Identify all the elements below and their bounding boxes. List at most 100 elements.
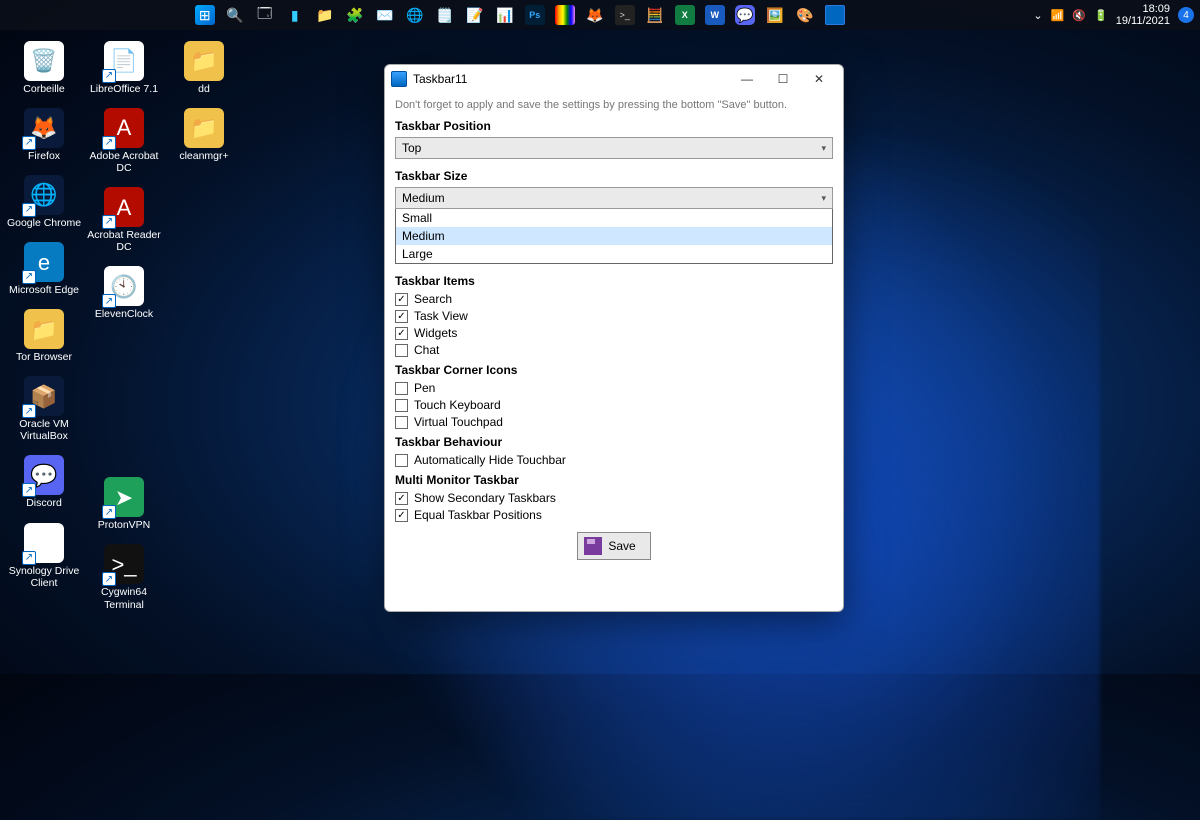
- section-heading-corner: Taskbar Corner Icons: [395, 363, 833, 377]
- position-selected: Top: [402, 141, 421, 155]
- clock[interactable]: 18:09 19/11/2021: [1116, 3, 1170, 27]
- mail-icon[interactable]: ✉️: [375, 5, 395, 25]
- excel-icon[interactable]: X: [675, 5, 695, 25]
- photoshop-icon[interactable]: Ps: [525, 5, 545, 25]
- corner-checkbox[interactable]: [395, 399, 408, 412]
- desktop-icon-label: Cygwin64 Terminal: [86, 586, 162, 610]
- corner-checkbox[interactable]: [395, 416, 408, 429]
- shortcut-overlay-icon: ↗: [22, 136, 36, 150]
- pinned-app[interactable]: 📊: [495, 5, 515, 25]
- explorer-icon[interactable]: 📁: [315, 5, 335, 25]
- corner-checkbox[interactable]: [395, 382, 408, 395]
- hint-text: Don't forget to apply and save the setti…: [395, 99, 833, 111]
- notification-badge[interactable]: 4: [1178, 7, 1194, 23]
- items-label: Search: [414, 292, 452, 306]
- desktop-icon[interactable]: A↗Adobe Acrobat DC: [86, 105, 162, 178]
- desktop-icon[interactable]: 📁dd: [166, 38, 242, 99]
- desktop-icon[interactable]: 📁 Tor Browser: [6, 306, 82, 367]
- app-glyph-icon: A↗: [104, 187, 144, 227]
- start-button[interactable]: ⊞: [195, 5, 215, 25]
- pinned-app[interactable]: 🧩: [345, 5, 365, 25]
- desktop-icon[interactable]: 🗑️Corbeille: [6, 38, 82, 99]
- multimon-checkbox[interactable]: ✓: [395, 509, 408, 522]
- floppy-icon: [584, 537, 602, 555]
- desktop-icon[interactable]: 🌐↗ Google Chrome: [6, 172, 82, 233]
- taskbar-center: ⊞ 🔍 🗔 ▮ 📁 🧩 ✉️ 🌐 🗒️ 📝 📊 Ps 🦊 >_ 🧮 X W 💬 …: [6, 5, 1033, 25]
- close-button[interactable]: ✕: [801, 67, 837, 91]
- app-glyph-icon: 📁: [184, 41, 224, 81]
- desktop-icon-label: ElevenClock: [86, 308, 162, 320]
- desktop-icon-label: cleanmgr+: [166, 150, 242, 162]
- chevron-down-icon: ▾: [821, 143, 826, 154]
- multimon-checkbox[interactable]: ✓: [395, 492, 408, 505]
- desktop-icon[interactable]: >_↗Cygwin64 Terminal: [86, 541, 162, 614]
- position-combobox[interactable]: Top ▾: [395, 137, 833, 159]
- pinned-app[interactable]: [555, 5, 575, 25]
- corner-label: Pen: [414, 381, 435, 395]
- taskbar11-app-icon[interactable]: [825, 5, 845, 25]
- multimon-row: ✓Show Secondary Taskbars: [395, 491, 833, 505]
- save-button[interactable]: Save: [577, 532, 650, 560]
- shortcut-overlay-icon: ↗: [102, 136, 116, 150]
- pinned-app[interactable]: ▮: [285, 5, 305, 25]
- desktop-icon[interactable]: e↗Microsoft Edge: [6, 239, 82, 300]
- pinned-app[interactable]: 🗒️: [435, 5, 455, 25]
- pinned-app[interactable]: 🎨: [795, 5, 815, 25]
- firefox-icon[interactable]: 🦊: [585, 5, 605, 25]
- desktop-icon[interactable]: ➲↗Synology Drive Client: [6, 520, 82, 593]
- desktop-icon-label: Corbeille: [6, 83, 82, 95]
- items-row: ✓Widgets: [395, 326, 833, 340]
- shortcut-overlay-icon: ↗: [102, 69, 116, 83]
- items-row: ✓Task View: [395, 309, 833, 323]
- desktop-icon[interactable]: ➤↗ProtonVPN: [86, 474, 162, 535]
- shortcut-overlay-icon: ↗: [22, 203, 36, 217]
- volume-icon[interactable]: 🔇: [1072, 9, 1086, 22]
- word-icon[interactable]: W: [705, 5, 725, 25]
- desktop-icon[interactable]: 🦊↗Firefox: [6, 105, 82, 166]
- corner-label: Virtual Touchpad: [414, 415, 503, 429]
- battery-icon[interactable]: 🔋: [1094, 9, 1108, 22]
- terminal-icon[interactable]: >_: [615, 5, 635, 25]
- desktop-icon[interactable]: 📦↗Oracle VM VirtualBox: [6, 373, 82, 446]
- desktop-icon[interactable]: 📄↗LibreOffice 7.1: [86, 38, 162, 99]
- app-glyph-icon: e↗: [24, 242, 64, 282]
- discord-icon[interactable]: 💬: [735, 5, 755, 25]
- desktop-icon[interactable]: A↗Acrobat Reader DC: [86, 184, 162, 257]
- chevron-up-icon[interactable]: ⌄: [1033, 9, 1042, 22]
- taskview-icon[interactable]: 🗔: [255, 5, 275, 25]
- app-glyph-icon: 🌐↗: [24, 175, 64, 215]
- behaviour-checkbox[interactable]: [395, 454, 408, 467]
- search-icon[interactable]: 🔍: [225, 5, 245, 25]
- size-option-large[interactable]: Large: [396, 245, 832, 263]
- app-glyph-icon: 📁: [24, 309, 64, 349]
- maximize-button[interactable]: ☐: [765, 67, 801, 91]
- wifi-icon[interactable]: 📶: [1051, 9, 1065, 22]
- items-checkbox[interactable]: [395, 344, 408, 357]
- corner-row: Virtual Touchpad: [395, 415, 833, 429]
- multimon-row: ✓Equal Taskbar Positions: [395, 508, 833, 522]
- chevron-down-icon: ▾: [821, 193, 826, 204]
- size-option-medium[interactable]: Medium: [396, 227, 832, 245]
- desktop-icon[interactable]: 💬↗Discord: [6, 452, 82, 513]
- calculator-icon[interactable]: 🧮: [645, 5, 665, 25]
- size-option-small[interactable]: Small: [396, 209, 832, 227]
- taskbar: ⊞ 🔍 🗔 ▮ 📁 🧩 ✉️ 🌐 🗒️ 📝 📊 Ps 🦊 >_ 🧮 X W 💬 …: [0, 0, 1200, 30]
- desktop-icon[interactable]: 📁cleanmgr+: [166, 105, 242, 166]
- shortcut-overlay-icon: ↗: [102, 572, 116, 586]
- desktop-icon-label: Google Chrome: [6, 217, 82, 229]
- minimize-button[interactable]: —: [729, 67, 765, 91]
- chrome-icon[interactable]: 🌐: [405, 5, 425, 25]
- desktop-icon[interactable]: 🕙↗ElevenClock: [86, 263, 162, 324]
- titlebar[interactable]: Taskbar11 — ☐ ✕: [385, 65, 843, 93]
- pinned-app[interactable]: 🖼️: [765, 5, 785, 25]
- notepad-icon[interactable]: 📝: [465, 5, 485, 25]
- desktop-icon-label: Acrobat Reader DC: [86, 229, 162, 253]
- items-checkbox[interactable]: ✓: [395, 293, 408, 306]
- save-label: Save: [608, 539, 635, 553]
- items-checkbox[interactable]: ✓: [395, 310, 408, 323]
- items-checkbox[interactable]: ✓: [395, 327, 408, 340]
- time-text: 18:09: [1116, 3, 1170, 15]
- size-combobox[interactable]: Medium ▾: [395, 187, 833, 209]
- section-heading-items: Taskbar Items: [395, 274, 833, 288]
- desktop-icon-label: Tor Browser: [6, 351, 82, 363]
